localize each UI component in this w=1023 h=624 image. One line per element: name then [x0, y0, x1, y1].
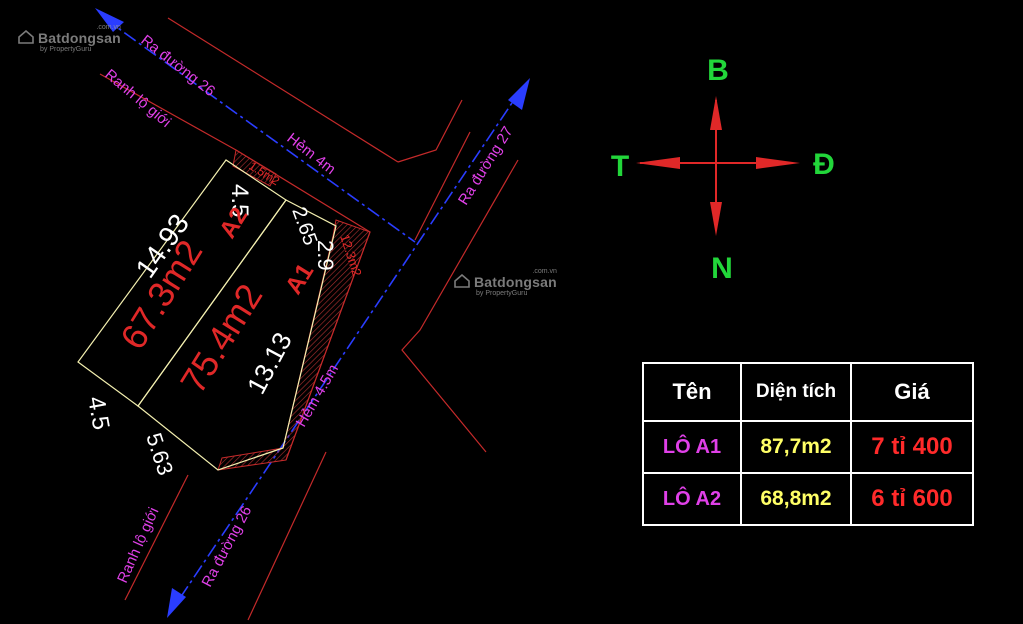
arrow-west-icon	[636, 157, 680, 169]
watermark-sub: by PropertyGuru	[40, 46, 92, 53]
label-ra-duong-26-bottom: Ra đường 26	[199, 503, 256, 590]
watermark-sub: by PropertyGuru	[476, 290, 528, 297]
table-row: LÔ A2 68,8m2 6 tỉ 600	[642, 472, 974, 526]
road-edge	[397, 99, 463, 163]
road-edge	[401, 159, 519, 453]
compass-label-south: N	[711, 252, 733, 285]
label-ranh-lo-gioi-top: Ranh lộ giới	[101, 66, 174, 131]
compass-label-north: B	[707, 54, 729, 87]
label-ra-duong-27: Ra đường 27	[455, 124, 517, 209]
row-price: 7 tỉ 400	[850, 420, 974, 474]
watermark-center: .com.vn Batdongsan by PropertyGuru	[454, 268, 557, 297]
dim-a1-back: 5.63	[141, 430, 178, 478]
arrow-south-icon	[710, 202, 722, 236]
batdongsan-logo-icon	[18, 30, 34, 45]
compass: B N T Đ	[611, 54, 835, 285]
price-table: Tên Diện tích Giá LÔ A1 87,7m2 7 tỉ 400 …	[642, 362, 974, 526]
arrow-east-icon	[756, 157, 800, 169]
row-name: LÔ A2	[642, 472, 742, 526]
plot-plan-canvas: { "watermark": { "brand": "Batdongsan", …	[0, 0, 1023, 624]
road-edge	[414, 131, 471, 241]
header-area: Diện tích	[740, 362, 852, 422]
dim-a2-back: 4.5	[82, 394, 114, 432]
watermark-domain: .com.vn	[532, 268, 557, 275]
header-price: Giá	[850, 362, 974, 422]
row-area: 68,8m2	[740, 472, 852, 526]
watermark-brand: Batdongsan	[38, 30, 121, 46]
watermark-domain: .com.vn	[96, 24, 121, 31]
dim-a1-side: 2.9	[313, 240, 338, 271]
compass-label-west: T	[611, 150, 629, 183]
watermark-top-left: .com.vn Batdongsan by PropertyGuru	[18, 24, 121, 53]
site-drawing: 14.93 4.5 4.5 2.65 2.9 13.13 5.63 67.3m2…	[77, 8, 835, 621]
batdongsan-logo-icon	[454, 274, 470, 289]
row-price: 6 tỉ 600	[850, 472, 974, 526]
row-area: 87,7m2	[740, 420, 852, 474]
row-name: LÔ A1	[642, 420, 742, 474]
header-name: Tên	[642, 362, 742, 422]
table-header-row: Tên Diện tích Giá	[642, 362, 974, 422]
compass-label-east: Đ	[813, 148, 835, 181]
dim-a1-length: 13.13	[241, 327, 298, 399]
road-edge	[247, 451, 327, 621]
table-row: LÔ A1 87,7m2 7 tỉ 400	[642, 420, 974, 474]
watermark-brand: Batdongsan	[474, 274, 557, 290]
arrow-north-icon	[710, 96, 722, 130]
